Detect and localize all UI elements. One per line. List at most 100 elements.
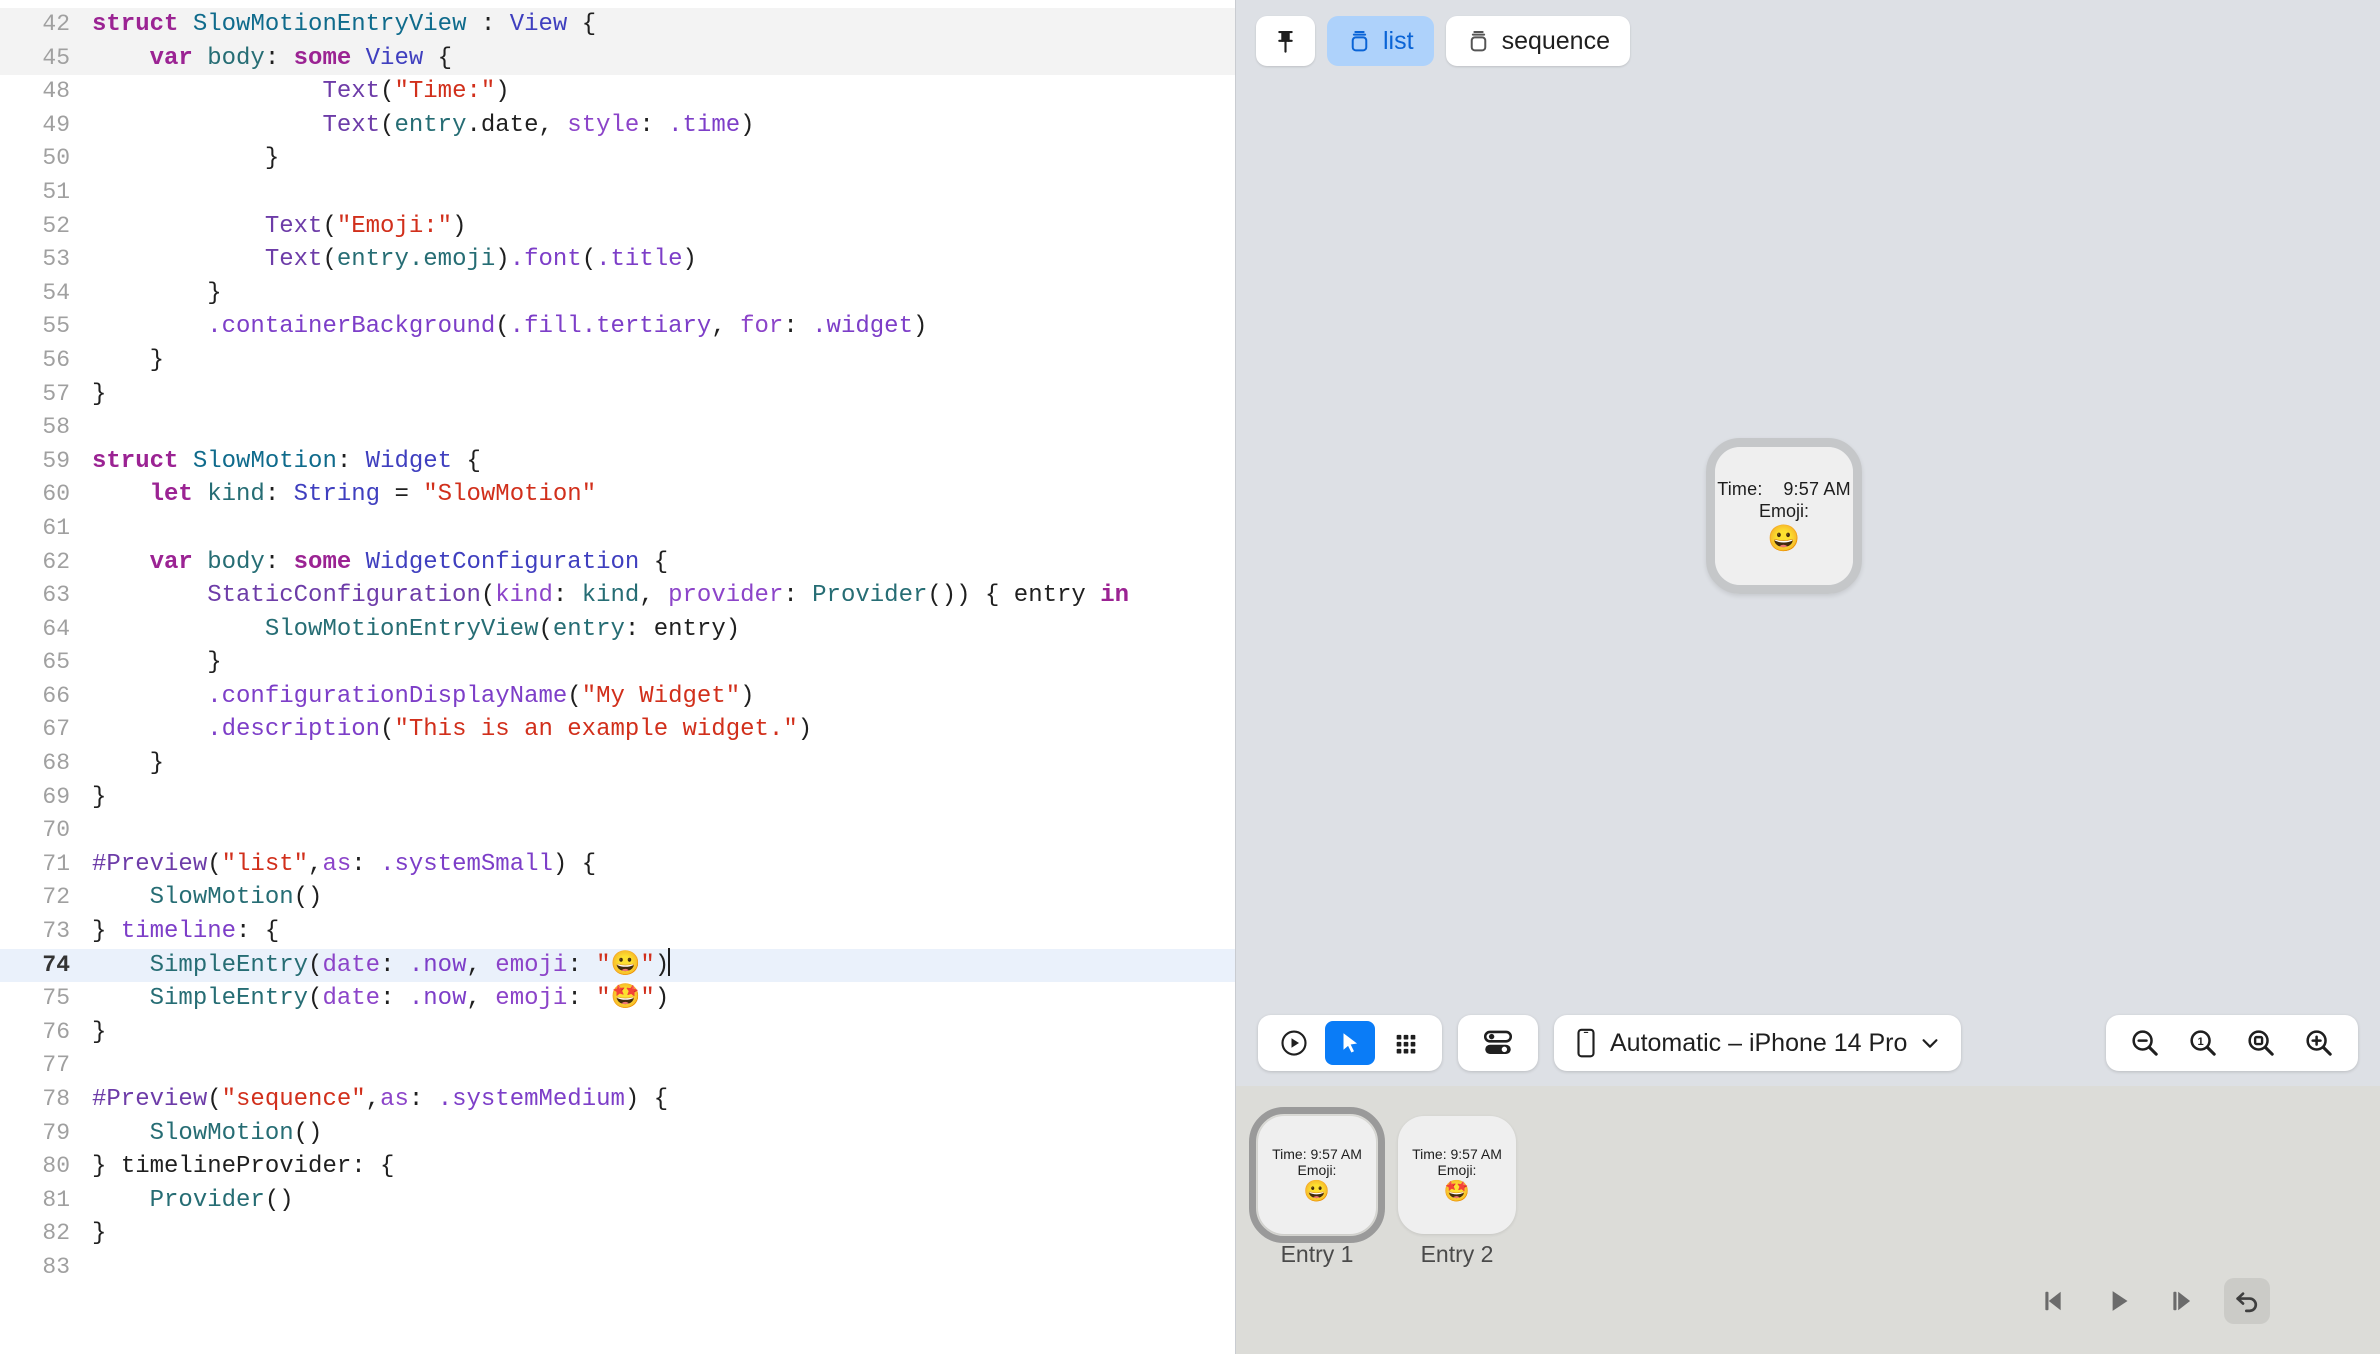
code-line[interactable]: 72 SlowMotion() [0,881,1235,915]
preview-settings-button[interactable] [1473,1021,1523,1065]
line-number: 83 [42,1253,70,1280]
line-number: 76 [42,1018,70,1045]
line-number: 74 [42,951,70,978]
code-line[interactable]: 57} [0,378,1235,412]
line-number: 48 [42,78,70,105]
code-line[interactable]: 51 [0,176,1235,210]
preview-canvas[interactable]: Time: 9:57 AM Emoji: 😀 Automatic – iPhon… [1236,0,2380,1086]
code-line[interactable]: 78 #Preview("sequence",as: .systemMedium)… [0,1083,1235,1117]
device-selector[interactable]: Automatic – iPhone 14 Pro [1554,1015,1962,1071]
code-line[interactable]: 54 } [0,277,1235,311]
code-line[interactable]: 53 Text(entry.emoji).font(.title) [0,243,1235,277]
code-line[interactable]: 82} [0,1217,1235,1251]
code-line[interactable]: 55 .containerBackground(.fill.tertiary, … [0,310,1235,344]
code-line[interactable]: 79 SlowMotion() [0,1117,1235,1151]
code-line[interactable]: 58 [0,411,1235,445]
play-button[interactable] [2096,1278,2142,1324]
code-line[interactable]: 42 struct SlowMotionEntryView : View { [0,8,1235,42]
code-line[interactable]: 52 Text("Emoji:") [0,210,1235,244]
code-line[interactable]: 74 SimpleEntry(date: .now, emoji: "😀") [0,948,1235,983]
zoom-control-group: 1 [2106,1015,2358,1071]
code-line[interactable]: 64 SlowMotionEntryView(entry: entry) [0,613,1235,647]
code-line[interactable]: 81 Provider() [0,1184,1235,1218]
xcode-preview-window: 42 struct SlowMotionEntryView : View {45 … [0,0,2380,1354]
line-number: 62 [42,548,70,575]
line-content: Text("Emoji:") [264,212,467,240]
pin-preview-button[interactable] [1256,16,1315,66]
zoom-actual-size-button[interactable]: 1 [2177,1021,2229,1065]
code-line[interactable]: 63 StaticConfiguration(kind: kind, provi… [0,579,1235,613]
code-line[interactable]: 49 Text(entry.date, style: .time) [0,109,1235,143]
code-line[interactable]: 56 } [0,344,1235,378]
widget-frame[interactable]: Time: 9:57 AM Emoji: 😀 [1706,438,1862,594]
widget-emoji-value: 😀 [1767,523,1801,554]
line-number: 82 [42,1220,70,1247]
code-editor[interactable]: 42 struct SlowMotionEntryView : View {45 … [0,0,1235,1354]
widget-preview[interactable]: Time: 9:57 AM Emoji: 😀 [1706,438,1862,594]
code-line[interactable]: 70 [0,814,1235,848]
iphone-icon [1577,1028,1595,1058]
widget-emoji-label: Emoji: [1758,501,1809,522]
timeline-thumbnail[interactable]: Time: 9:57 AM Emoji: 😀 Entry 1 [1249,1107,1385,1268]
reset-timeline-button[interactable] [2224,1278,2270,1324]
step-forward-button[interactable] [2160,1278,2206,1324]
play-circle-icon [1281,1030,1307,1056]
line-content: } [92,346,165,374]
line-content: } [92,1220,107,1248]
code-line[interactable]: 69} [0,781,1235,815]
code-line[interactable]: 50 } [0,142,1235,176]
timeline-playback-controls [2032,1278,2270,1324]
preview-settings-group [1458,1015,1538,1071]
code-line[interactable]: 68 } [0,747,1235,781]
preview-tab-list[interactable]: list [1327,16,1434,66]
code-line-list[interactable]: 42 struct SlowMotionEntryView : View {45 … [0,0,1235,1285]
line-number: 58 [42,414,70,441]
code-line[interactable]: 80} timelineProvider: { [0,1150,1235,1184]
code-line[interactable]: 62 var body: some WidgetConfiguration { [0,546,1235,580]
code-line[interactable]: 66 .configurationDisplayName("My Widget"… [0,680,1235,714]
code-line[interactable]: 76} [0,1016,1235,1050]
timeline-thumbnail[interactable]: Time: 9:57 AM Emoji: 🤩 Entry 2 [1398,1116,1516,1268]
timeline-thumbnail-frame[interactable]: Time: 9:57 AM Emoji: 🤩 [1398,1116,1516,1234]
code-line[interactable]: 77 [0,1049,1235,1083]
code-line[interactable]: 59 struct SlowMotion: Widget { [0,445,1235,479]
code-line[interactable]: 48 Text("Time:") [0,75,1235,109]
line-content: Text(entry.emoji).font(.title) [264,246,697,274]
zoom-out-button[interactable] [2119,1021,2171,1065]
live-preview-button[interactable] [1269,1021,1319,1065]
line-number: 54 [42,279,70,306]
preview-pane: Time: 9:57 AM Emoji: 😀 Automatic – iPhon… [1236,0,2380,1354]
line-content: .containerBackground(.fill.tertiary, for… [207,313,928,341]
step-backward-button[interactable] [2032,1278,2078,1324]
line-content: Text("Time:") [322,78,510,106]
code-line[interactable]: 71 #Preview("list",as: .systemSmall) { [0,848,1235,882]
mode-button-group [1258,1015,1442,1071]
zoom-in-button[interactable] [2293,1021,2345,1065]
code-line[interactable]: 65 } [0,646,1235,680]
line-content: SimpleEntry(date: .now, emoji: "😀") [92,948,1235,983]
svg-text:1: 1 [2197,1036,2203,1048]
timeline-thumbnail-caption: Entry 2 [1420,1241,1494,1267]
code-line[interactable]: 75 SimpleEntry(date: .now, emoji: "🤩") [0,982,1235,1016]
line-content: } timeline: { [92,918,280,946]
sliders-icon [1483,1030,1513,1055]
select-mode-button[interactable] [1325,1021,1375,1065]
code-line[interactable]: 45 var body: some View { [0,41,1235,76]
magnifier-plus-icon [2306,1030,2332,1056]
variants-button[interactable] [1381,1021,1431,1065]
preview-tab-sequence[interactable]: sequence [1445,16,1630,66]
thumbnail-time-row: Time: 9:57 AM [1412,1146,1502,1162]
zoom-fit-button[interactable] [2235,1021,2287,1065]
code-line[interactable]: 61 [0,512,1235,546]
line-content: SimpleEntry(date: .now, emoji: "🤩") [149,985,670,1013]
code-line[interactable]: 73} timeline: { [0,915,1235,949]
line-number: 77 [42,1052,70,1079]
line-content: } [92,145,280,173]
line-number: 49 [42,111,70,138]
code-line[interactable]: 67 .description("This is an example widg… [0,713,1235,747]
line-content: SlowMotion() [149,884,323,912]
timeline-thumbnail-frame[interactable]: Time: 9:57 AM Emoji: 😀 [1249,1107,1385,1243]
code-line[interactable]: 83 [0,1251,1235,1285]
code-line[interactable]: 60 let kind: String = "SlowMotion" [0,478,1235,512]
line-number: 55 [42,313,70,340]
